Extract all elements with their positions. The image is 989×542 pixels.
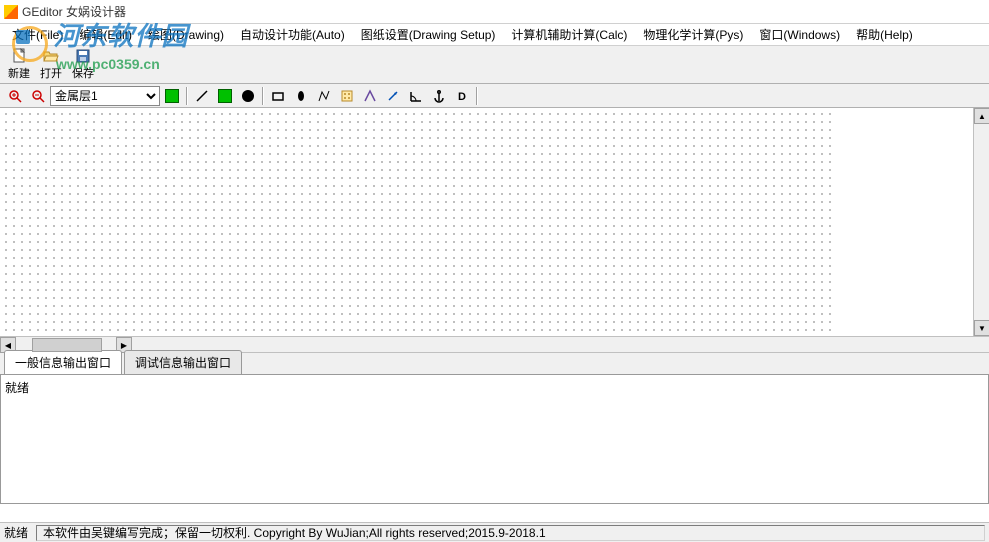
toolbar-divider <box>186 87 188 105</box>
save-disk-icon <box>75 48 91 64</box>
menu-edit[interactable]: 编辑(Edit) <box>71 24 140 45</box>
layer-select[interactable]: 金属层1 <box>50 86 160 106</box>
ellipse-tool-button[interactable] <box>290 86 312 106</box>
menu-auto[interactable]: 自动设计功能(Auto) <box>232 24 353 45</box>
tab-debug-output[interactable]: 调试信息输出窗口 <box>124 350 242 374</box>
green-swatch-icon <box>165 89 179 103</box>
menu-calc[interactable]: 计算机辅助计算(Calc) <box>503 24 635 45</box>
menu-setup[interactable]: 图纸设置(Drawing Setup) <box>353 24 504 45</box>
zoom-out-button[interactable] <box>27 86 49 106</box>
toolbar-divider <box>476 87 478 105</box>
menu-drawing[interactable]: 绘图(Drawing) <box>140 24 232 45</box>
layer-color-button[interactable] <box>161 86 183 106</box>
main-toolbar: 新建 打开 保存 <box>0 46 989 84</box>
open-folder-icon <box>43 48 59 64</box>
menu-help[interactable]: 帮助(Help) <box>848 24 921 45</box>
save-button[interactable]: 保存 <box>68 46 98 83</box>
svg-text:D: D <box>458 91 466 103</box>
hscroll-thumb[interactable] <box>32 338 102 352</box>
toolbar-divider <box>262 87 264 105</box>
d-tool-button[interactable]: D <box>451 86 473 106</box>
green-fill-icon <box>218 89 232 103</box>
angle-tool-button[interactable] <box>405 86 427 106</box>
drawing-toolbar: 金属层1 D <box>0 84 989 108</box>
canvas-area[interactable]: ▲ ▼ <box>0 108 989 336</box>
vertical-scrollbar[interactable]: ▲ ▼ <box>973 108 989 336</box>
component-tool-button[interactable] <box>336 86 358 106</box>
polyline-tool-button[interactable] <box>313 86 335 106</box>
vector-tool-button[interactable] <box>359 86 381 106</box>
titlebar: GEditor 女娲设计器 <box>0 0 989 24</box>
fill-green-button[interactable] <box>214 86 236 106</box>
new-button[interactable]: 新建 <box>4 46 34 83</box>
rect-tool-button[interactable] <box>267 86 289 106</box>
menubar: 文件(File) 编辑(Edit) 绘图(Drawing) 自动设计功能(Aut… <box>0 24 989 46</box>
anchor-tool-button[interactable] <box>428 86 450 106</box>
window-title: GEditor 女娲设计器 <box>22 3 126 20</box>
output-panel[interactable]: 就绪 <box>0 374 989 504</box>
statusbar: 就绪 本软件由吴键编写完成；保留一切权利. Copyright By WuJia… <box>0 522 989 542</box>
output-text: 就绪 <box>5 381 29 395</box>
menu-windows[interactable]: 窗口(Windows) <box>751 24 848 45</box>
circle-tool-button[interactable] <box>237 86 259 106</box>
zoom-in-button[interactable] <box>4 86 26 106</box>
canvas-grid <box>0 108 836 336</box>
hscroll-track[interactable] <box>16 337 116 352</box>
app-icon <box>4 5 18 19</box>
arrow-tool-button[interactable] <box>382 86 404 106</box>
output-tabs: 一般信息输出窗口 调试信息输出窗口 <box>0 352 989 374</box>
scroll-up-button[interactable]: ▲ <box>974 108 989 124</box>
new-file-icon <box>11 48 27 64</box>
tab-general-output[interactable]: 一般信息输出窗口 <box>4 350 122 374</box>
open-label: 打开 <box>40 65 62 81</box>
open-button[interactable]: 打开 <box>36 46 66 83</box>
status-copyright: 本软件由吴键编写完成；保留一切权利. Copyright By WuJian;A… <box>36 525 985 541</box>
scroll-down-button[interactable]: ▼ <box>974 320 989 336</box>
menu-pys[interactable]: 物理化学计算(Pys) <box>635 24 751 45</box>
new-label: 新建 <box>8 65 30 81</box>
status-ready: 就绪 <box>4 524 28 541</box>
menu-file[interactable]: 文件(File) <box>4 24 71 45</box>
line-tool-button[interactable] <box>191 86 213 106</box>
save-label: 保存 <box>72 65 94 81</box>
black-circle-icon <box>242 90 254 102</box>
